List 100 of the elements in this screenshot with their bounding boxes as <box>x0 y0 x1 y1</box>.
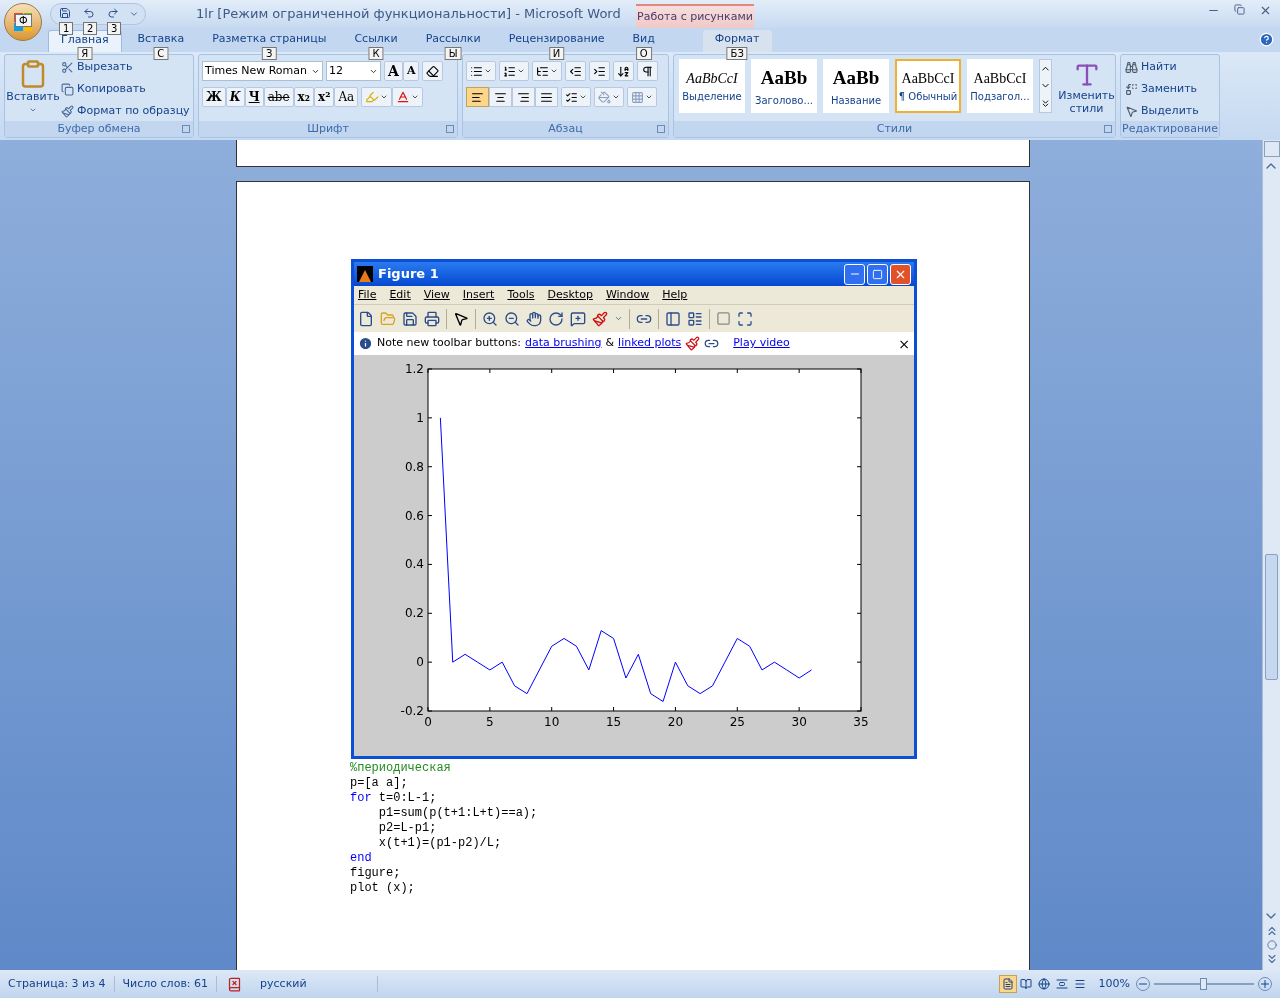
close-button[interactable]: × <box>898 336 910 351</box>
keytip-badge: Я <box>77 47 93 60</box>
menu-item[interactable]: Desktop <box>547 286 593 304</box>
font-size-field[interactable]: 12 <box>326 61 381 81</box>
maximize-button[interactable] <box>867 263 888 285</box>
note-text: Note new toolbar buttons: <box>377 335 522 352</box>
decrease-indent-button[interactable] <box>565 61 586 81</box>
increase-indent-button[interactable] <box>589 61 610 81</box>
shrink-font-button[interactable]: A <box>402 61 420 81</box>
italic-button[interactable]: К <box>225 87 245 107</box>
save-button[interactable] <box>57 7 73 21</box>
numbering-button[interactable] <box>499 61 529 81</box>
menu-item[interactable]: Insert <box>462 286 495 304</box>
redo-icon <box>107 7 119 19</box>
font-color-button[interactable] <box>392 87 424 107</box>
keytip-badge: Ы <box>444 47 462 60</box>
minimize-button[interactable] <box>844 263 865 285</box>
grow-font-button[interactable]: A <box>384 61 403 81</box>
underline-button[interactable]: Ч <box>244 87 264 107</box>
colorbar-icon[interactable] <box>665 310 681 327</box>
bold-button[interactable]: Ж <box>202 87 226 107</box>
menu-item[interactable]: Window <box>605 286 650 304</box>
show-marks-button[interactable] <box>637 61 658 81</box>
caret-icon <box>380 93 389 101</box>
contextual-tab-group: Работа с рисунками <box>636 4 754 28</box>
shading-icon <box>598 90 611 104</box>
align-right-button[interactable] <box>512 87 535 107</box>
align-center-icon <box>494 90 507 104</box>
close-icon[interactable] <box>1259 4 1272 17</box>
menu-item[interactable]: Tools <box>507 286 535 304</box>
code-line: end <box>350 851 373 866</box>
ruler-toggle-icon[interactable] <box>1264 141 1280 157</box>
align-center-button[interactable] <box>489 87 512 107</box>
caret-icon <box>484 67 492 75</box>
linked-plots-link[interactable]: linked plots <box>618 335 682 352</box>
cut-button[interactable]: Вырезать <box>61 57 190 77</box>
zoom-in-icon[interactable] <box>482 310 498 327</box>
code-line: p2=L-p1; <box>377 821 438 836</box>
paste-button[interactable]: Вставить <box>5 55 61 121</box>
style-tile[interactable]: AaBbCcI ¶ Обычный <box>895 59 961 113</box>
data-brushing-link[interactable]: data brushing <box>525 335 602 352</box>
pilcrow-icon <box>641 64 654 78</box>
close-button[interactable] <box>890 263 911 285</box>
tick-label: 0 <box>416 655 424 670</box>
font-name-field[interactable]: Times New Roman <box>202 61 323 81</box>
printer-icon[interactable] <box>424 310 440 327</box>
find-button[interactable]: Найти <box>1125 57 1219 77</box>
legend-icon[interactable] <box>687 310 703 327</box>
zoom-slider[interactable] <box>1154 978 1254 990</box>
proofing-icon[interactable] <box>227 976 243 992</box>
group-title: Редактирование <box>1122 120 1218 137</box>
align-left-button[interactable] <box>466 87 489 107</box>
change-styles-button[interactable]: Изменить стили <box>1058 59 1115 115</box>
data-cursor-icon[interactable] <box>570 310 586 327</box>
select-button[interactable]: Выделить <box>1125 101 1219 121</box>
tick-label: 20 <box>667 715 684 729</box>
sub-button[interactable]: x₂ <box>293 87 314 107</box>
scroll-thumb[interactable] <box>1265 554 1278 680</box>
print-view-button[interactable] <box>998 975 1017 993</box>
style-tile[interactable]: AaBbCcI Подзагол... <box>967 59 1033 113</box>
strike-button[interactable]: abe <box>263 87 294 107</box>
restore-icon[interactable] <box>1234 4 1245 15</box>
copy-button[interactable]: Копировать <box>61 79 190 99</box>
replace-button[interactable]: Заменить <box>1125 79 1219 99</box>
brush-icon[interactable] <box>592 310 608 327</box>
sort-button[interactable] <box>613 61 634 81</box>
clear-format-button[interactable] <box>422 61 444 81</box>
pointer-icon[interactable] <box>453 310 469 327</box>
case-button[interactable]: Aa <box>334 87 359 107</box>
office-button[interactable]: Ф <box>4 3 42 41</box>
decrease-indent-icon <box>569 64 582 78</box>
multilevel-button[interactable] <box>532 61 562 81</box>
align-justify-button[interactable] <box>535 87 558 107</box>
show-plot-tools-icon[interactable] <box>737 310 753 327</box>
keytip-badge: З <box>262 47 277 60</box>
rotate-icon[interactable] <box>548 310 564 327</box>
menu-item[interactable]: View <box>423 286 450 304</box>
painter-button[interactable]: Формат по образцу <box>61 101 190 121</box>
sup-button[interactable]: x² <box>314 87 335 107</box>
undo-button[interactable] <box>81 7 97 21</box>
tick-label: 10 <box>544 715 560 729</box>
menu-item[interactable]: Help <box>662 286 688 304</box>
style-tile[interactable]: AaBb Заголово... <box>751 59 817 113</box>
slider-thumb[interactable] <box>1200 978 1207 990</box>
play-video-link[interactable]: Play video <box>733 335 790 352</box>
zoom-level: 100% <box>1098 975 1130 992</box>
new-file-icon[interactable] <box>358 310 374 327</box>
save-icon[interactable] <box>402 310 418 327</box>
pan-icon[interactable] <box>526 310 542 327</box>
style-tile[interactable]: AaBbCcI Выделение <box>679 59 745 113</box>
style-tile[interactable]: AaBb Название <box>823 59 889 113</box>
bullets-button[interactable] <box>466 61 496 81</box>
group-title: Шрифт <box>307 120 349 137</box>
line-spacing-button[interactable] <box>561 87 591 107</box>
redo-button[interactable] <box>105 7 121 21</box>
help-icon[interactable] <box>1259 32 1274 47</box>
menu-item[interactable]: Edit <box>389 286 411 304</box>
customize-icon[interactable] <box>129 9 139 19</box>
zoom-out-icon[interactable] <box>504 310 520 327</box>
menu-item[interactable]: File <box>358 286 377 304</box>
